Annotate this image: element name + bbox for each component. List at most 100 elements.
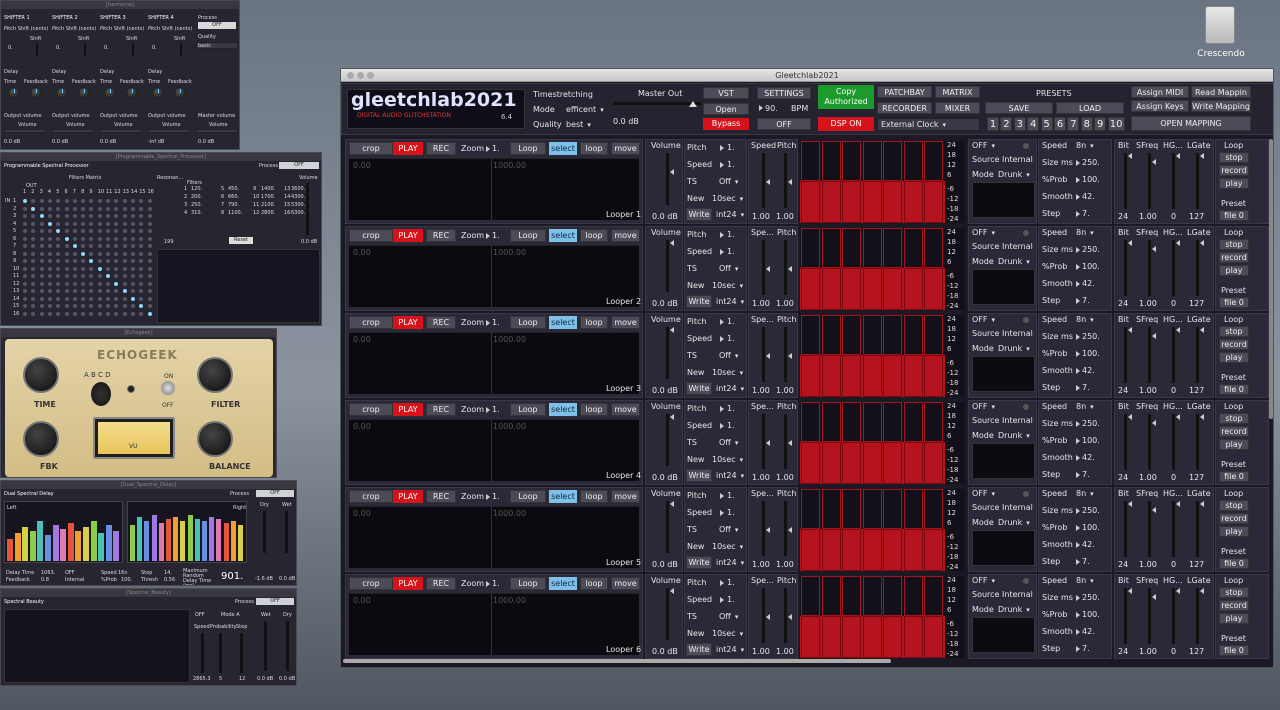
speed-slider[interactable] bbox=[762, 414, 765, 469]
matrix-cell[interactable] bbox=[56, 251, 61, 256]
play-small-button[interactable]: play bbox=[1219, 265, 1249, 276]
matrix-cell[interactable] bbox=[64, 296, 69, 301]
matrix-cell[interactable] bbox=[97, 221, 102, 226]
matrix-cell[interactable] bbox=[31, 296, 36, 301]
matrix-cell[interactable] bbox=[72, 206, 77, 211]
zoom-value[interactable]: 1. bbox=[492, 405, 500, 414]
degrade-thumb-icon[interactable] bbox=[1176, 240, 1180, 246]
matrix-cell[interactable] bbox=[130, 244, 135, 248]
degrade-slider[interactable] bbox=[1124, 588, 1127, 644]
prob-value[interactable]: 100. bbox=[121, 577, 132, 583]
play-button[interactable]: PLAY bbox=[393, 229, 423, 242]
glitch-param-value[interactable]: 100. bbox=[1082, 523, 1100, 532]
file-button[interactable]: file 0 bbox=[1219, 645, 1249, 656]
process-toggle[interactable]: OFF bbox=[256, 490, 294, 497]
glitch-display[interactable] bbox=[972, 356, 1035, 392]
matrix-cell[interactable] bbox=[89, 311, 94, 316]
speed-slider[interactable] bbox=[762, 240, 765, 295]
preset-number-button[interactable]: 9 bbox=[1094, 117, 1107, 131]
spectral-beauty-window[interactable]: [Spectral_Beauty] Spectral Beauty Proces… bbox=[0, 588, 297, 686]
matrix-cell[interactable] bbox=[139, 259, 144, 263]
matrix-cell[interactable] bbox=[81, 251, 86, 256]
matrix-cell[interactable] bbox=[72, 304, 77, 308]
loop-button[interactable]: Loop bbox=[510, 142, 546, 155]
matrix-cell[interactable] bbox=[64, 221, 69, 226]
matrix-cell[interactable] bbox=[39, 274, 44, 278]
degrade-slider[interactable] bbox=[1172, 501, 1175, 557]
matrix-cell[interactable] bbox=[47, 289, 52, 293]
volume-slider[interactable] bbox=[666, 327, 669, 379]
matrix-cell[interactable] bbox=[89, 199, 94, 203]
matrix-cell[interactable] bbox=[122, 229, 127, 233]
matrix-cell[interactable] bbox=[39, 311, 44, 316]
param-arrow-icon[interactable] bbox=[1076, 298, 1080, 304]
ts-select[interactable]: Off bbox=[719, 612, 738, 621]
matrix-cell[interactable] bbox=[56, 206, 61, 211]
glitch-speed-select[interactable]: 8n bbox=[1076, 576, 1094, 585]
matrix-cell[interactable] bbox=[114, 199, 119, 203]
matrix-cell[interactable] bbox=[139, 251, 144, 256]
matrix-cell[interactable] bbox=[122, 296, 127, 301]
max-delay-value[interactable]: 901. bbox=[221, 571, 243, 582]
matrix-cell[interactable] bbox=[64, 214, 69, 218]
preset-number-button[interactable]: 8 bbox=[1080, 117, 1093, 131]
degrade-thumb-icon[interactable] bbox=[1200, 153, 1204, 159]
matrix-cell[interactable] bbox=[106, 304, 110, 308]
filter-cell[interactable]: 5300. bbox=[291, 202, 305, 208]
matrix-cell[interactable] bbox=[130, 281, 135, 286]
param-arrow-icon[interactable] bbox=[1076, 177, 1080, 183]
matrix-cell[interactable] bbox=[89, 206, 94, 211]
glitch-param-value[interactable]: 42. bbox=[1082, 192, 1095, 201]
param-arrow-icon[interactable] bbox=[1076, 194, 1080, 200]
feedback-knob[interactable] bbox=[78, 87, 90, 99]
matrix-cell[interactable] bbox=[147, 266, 152, 271]
matrix-cell[interactable] bbox=[147, 281, 152, 286]
degrade-thumb-icon[interactable] bbox=[1128, 414, 1132, 420]
speed-thumb-icon[interactable] bbox=[766, 179, 770, 185]
degrade-slider[interactable] bbox=[1148, 240, 1151, 296]
matrix-cell[interactable] bbox=[39, 229, 44, 233]
bits-select[interactable]: int24 bbox=[716, 297, 744, 306]
volume-thumb-icon[interactable] bbox=[670, 414, 674, 420]
glitch-param-value[interactable]: 100. bbox=[1082, 262, 1100, 271]
matrix-cell[interactable] bbox=[64, 251, 69, 256]
play-button[interactable]: PLAY bbox=[393, 490, 423, 503]
matrix-cell[interactable] bbox=[89, 281, 94, 286]
matrix-cell[interactable] bbox=[72, 251, 77, 256]
matrix-cell[interactable] bbox=[147, 304, 152, 308]
write-button[interactable]: Write bbox=[686, 208, 712, 221]
matrix-cell[interactable] bbox=[89, 221, 94, 226]
mode-select[interactable]: Drunk bbox=[998, 344, 1030, 353]
matrix-cell[interactable] bbox=[114, 266, 119, 271]
matrix-cell[interactable] bbox=[56, 259, 61, 263]
loop-button[interactable]: Loop bbox=[510, 490, 546, 503]
filter-knob[interactable] bbox=[197, 357, 233, 393]
matrix-cell[interactable] bbox=[147, 274, 152, 278]
glitch-param-value[interactable]: 100. bbox=[1082, 436, 1100, 445]
matrix-cell[interactable] bbox=[64, 244, 69, 248]
matrix-cell[interactable] bbox=[114, 236, 119, 241]
record-button[interactable]: record bbox=[1219, 252, 1249, 263]
degrade-slider[interactable] bbox=[1148, 588, 1151, 644]
matrix-cell[interactable] bbox=[56, 289, 61, 293]
record-button[interactable]: record bbox=[1219, 165, 1249, 176]
stop-button[interactable]: stop bbox=[1219, 152, 1249, 163]
stop-button[interactable]: stop bbox=[1219, 587, 1249, 598]
zoom-arrow-icon[interactable] bbox=[486, 146, 490, 152]
bypass-button[interactable]: Bypass bbox=[703, 118, 749, 130]
process-toggle[interactable]: OFF bbox=[198, 22, 236, 29]
patchbay-button[interactable]: PATCHBAY bbox=[877, 86, 932, 98]
volume-thumb-icon[interactable] bbox=[670, 327, 674, 333]
matrix-cell[interactable] bbox=[47, 221, 52, 226]
matrix-cell[interactable] bbox=[130, 266, 135, 271]
matrix-cell[interactable] bbox=[56, 296, 61, 301]
glitch-param-value[interactable]: 7. bbox=[1082, 296, 1090, 305]
matrix-cell[interactable] bbox=[81, 304, 86, 308]
matrix-cell[interactable] bbox=[39, 259, 44, 263]
play-small-button[interactable]: play bbox=[1219, 526, 1249, 537]
speed-value[interactable]: 1. bbox=[727, 421, 735, 430]
matrix-cell[interactable] bbox=[81, 296, 86, 301]
speed-arrow-icon[interactable] bbox=[720, 336, 724, 342]
volume-slider[interactable] bbox=[666, 588, 669, 640]
source-label[interactable]: Source Internal bbox=[972, 329, 1033, 338]
